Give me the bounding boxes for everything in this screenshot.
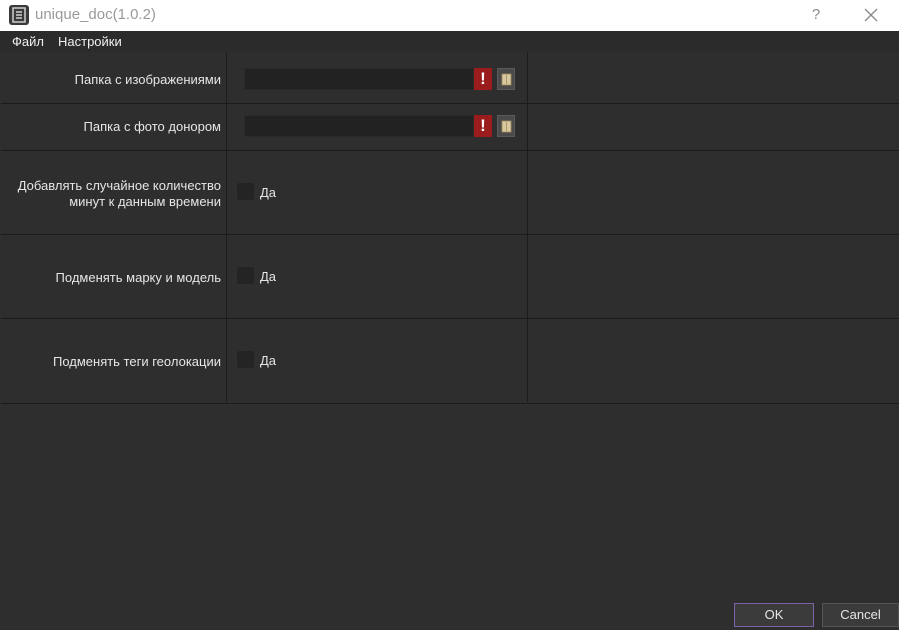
- menu-settings[interactable]: Настройки: [58, 34, 122, 49]
- menu-file[interactable]: Файл: [12, 34, 44, 49]
- row-images-folder: Папка с изображениями !: [1, 52, 899, 104]
- row-random-minutes: Добавлять случайное количество минут к д…: [1, 151, 899, 235]
- replace-make-checkbox-text: Да: [260, 269, 277, 284]
- help-button[interactable]: ?: [800, 0, 832, 31]
- replace-make-checkbox[interactable]: [237, 267, 254, 284]
- warning-icon: !: [474, 115, 492, 137]
- title-bar: unique_doc(1.0.2) ?: [0, 0, 899, 31]
- row-replace-geo: Подменять теги геолокации Да: [1, 319, 899, 402]
- window-title: unique_doc(1.0.2): [35, 6, 156, 23]
- donor-folder-input[interactable]: [244, 115, 474, 137]
- replace-geo-checkbox-text: Да: [260, 353, 277, 368]
- row-replace-make: Подменять марку и модель Да: [1, 235, 899, 319]
- app-icon: [9, 5, 29, 25]
- folder-icon: [501, 73, 512, 86]
- donor-folder-label: Папка с фото донором: [83, 119, 221, 134]
- folder-icon: [501, 120, 512, 133]
- warning-icon: !: [474, 68, 492, 90]
- replace-geo-checkbox[interactable]: [237, 351, 254, 368]
- settings-form: Папка с изображениями ! Папка с фото дон…: [1, 52, 899, 404]
- random-minutes-label: Добавлять случайное количество минут к д…: [17, 178, 221, 209]
- random-minutes-checkbox[interactable]: [237, 183, 254, 200]
- close-button[interactable]: [852, 0, 890, 31]
- cancel-button[interactable]: Cancel: [822, 603, 899, 627]
- row-donor-folder: Папка с фото донором !: [1, 104, 899, 151]
- images-folder-label: Папка с изображениями: [74, 72, 221, 87]
- random-minutes-checkbox-text: Да: [260, 185, 277, 200]
- replace-make-label: Подменять марку и модель: [55, 270, 221, 285]
- ok-button[interactable]: OK: [734, 603, 814, 627]
- images-folder-input[interactable]: [244, 68, 474, 90]
- close-icon: [864, 8, 878, 22]
- menu-bar: Файл Настройки: [0, 31, 899, 52]
- replace-geo-label: Подменять теги геолокации: [52, 354, 221, 369]
- browse-donor-folder-button[interactable]: [497, 115, 515, 137]
- browse-images-folder-button[interactable]: [497, 68, 515, 90]
